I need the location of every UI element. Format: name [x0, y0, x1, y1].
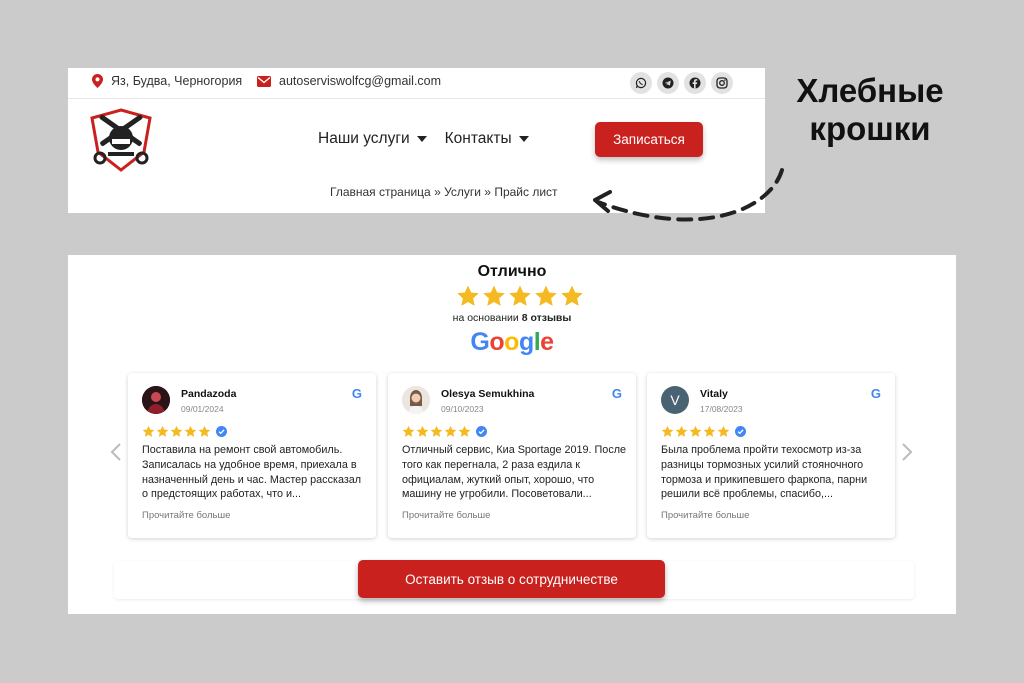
review-count-prefix: на основании: [452, 312, 519, 324]
leave-review-button[interactable]: Оставить отзыв о сотрудничестве: [358, 560, 665, 598]
chevron-down-icon[interactable]: [416, 136, 427, 142]
review-date: 09/10/2023: [441, 404, 484, 414]
star-icon: [661, 425, 674, 437]
star-icon: [483, 285, 505, 306]
review-card: V Vitaly 17/08/2023 G Была проблема прой…: [647, 373, 895, 538]
google-logo-letter: o: [489, 328, 505, 356]
review-count-value: 8 отзывы: [521, 312, 572, 324]
main-nav: Наши услуги Контакты: [318, 130, 529, 148]
reviewer-name: Olesya Semukhina: [441, 388, 535, 400]
reviewer-name: Vitaly: [700, 388, 728, 400]
chevron-left-icon[interactable]: [110, 443, 122, 461]
review-card: Olesya Semukhina 09/10/2023 G Отличный с…: [388, 373, 636, 538]
google-g-icon: G: [351, 386, 362, 401]
overall-stars: [456, 284, 584, 308]
envelope-icon: [257, 75, 271, 87]
google-logo-letter: o: [504, 328, 519, 356]
google-logo-letter: e: [540, 328, 554, 356]
star-icon: [142, 425, 155, 437]
star-icon: [416, 425, 429, 437]
site-logo[interactable]: [88, 108, 154, 174]
location-text: Яз, Будва, Черногория: [111, 74, 243, 88]
star-icon: [170, 425, 183, 437]
annotation-line-1: Хлебные: [796, 72, 944, 109]
nav-contacts[interactable]: Контакты: [445, 130, 529, 148]
dashed-arrow-icon: [593, 168, 784, 222]
google-logo-letter: G: [470, 328, 490, 356]
review-date: 17/08/2023: [700, 404, 743, 414]
email-info[interactable]: autoserviswolfcg@gmail.com: [257, 74, 441, 88]
google-g-icon: G: [611, 386, 622, 401]
review-text: Поставила на ремонт свой автомобиль. Зап…: [142, 444, 362, 501]
avatar-initial: V: [670, 392, 680, 408]
review-stars: [402, 425, 487, 438]
top-bar: Яз, Будва, Черногория autoserviswolfcg@g…: [68, 68, 765, 99]
review-count: на основании 8 отзывы: [68, 312, 956, 324]
location-info: Яз, Будва, Черногория: [92, 74, 242, 88]
review-date: 09/01/2024: [181, 404, 224, 414]
email-text[interactable]: autoserviswolfcg@gmail.com: [279, 74, 441, 88]
facebook-icon[interactable]: [684, 72, 706, 94]
review-stars: [142, 425, 227, 438]
avatar: [142, 386, 170, 414]
verified-badge-icon: [735, 426, 746, 437]
annotation-line-2: крошки: [809, 110, 931, 147]
star-icon: [535, 285, 557, 306]
review-text: Отличный сервис, Киа Sportage 2019. Посл…: [402, 444, 627, 501]
star-icon: [717, 425, 730, 437]
star-icon: [458, 425, 471, 437]
chevron-right-icon[interactable]: [901, 443, 913, 461]
chevron-down-icon[interactable]: [518, 136, 529, 142]
read-more-link[interactable]: Прочитайте больше: [142, 510, 230, 521]
breadcrumb[interactable]: Главная страница » Услуги » Прайс лист: [330, 185, 558, 199]
rating-label: Отлично: [477, 263, 547, 280]
star-icon: [703, 425, 716, 437]
review-card: Pandazoda 09/01/2024 G Поставила на ремо…: [128, 373, 376, 538]
read-more-link[interactable]: Прочитайте больше: [402, 510, 490, 521]
avatar: V: [661, 386, 689, 414]
nav-contacts-label[interactable]: Контакты: [445, 130, 512, 148]
review-text: Была проблема пройти техосмотр из-за раз…: [661, 444, 868, 501]
star-icon: [509, 285, 531, 306]
star-icon: [457, 285, 479, 306]
star-icon: [689, 425, 702, 437]
social-links: [630, 72, 733, 94]
book-button[interactable]: Записаться: [595, 122, 703, 157]
google-logo-letter: g: [518, 328, 534, 356]
google-g-icon: G: [870, 386, 881, 401]
star-icon: [156, 425, 169, 437]
telegram-icon[interactable]: [657, 72, 679, 94]
star-icon: [402, 425, 415, 437]
reviews-widget: Отлично на основании 8 отзывы Google Pan…: [68, 255, 956, 614]
review-stars: [661, 425, 746, 438]
nav-services-label[interactable]: Наши услуги: [318, 130, 410, 148]
annotation-label: Хлебные крошки: [770, 72, 970, 148]
whatsapp-icon[interactable]: [630, 72, 652, 94]
reviewer-name: Pandazoda: [181, 388, 237, 400]
star-icon: [561, 285, 583, 306]
star-icon: [198, 425, 211, 437]
verified-badge-icon: [476, 426, 487, 437]
star-icon: [184, 425, 197, 437]
star-icon: [675, 425, 688, 437]
read-more-link[interactable]: Прочитайте больше: [661, 510, 749, 521]
instagram-icon[interactable]: [711, 72, 733, 94]
star-icon: [444, 425, 457, 437]
verified-badge-icon: [216, 426, 227, 437]
avatar: [402, 386, 430, 414]
location-pin-icon: [92, 74, 103, 88]
nav-services[interactable]: Наши услуги: [318, 130, 427, 148]
google-logo: Google: [68, 328, 956, 357]
star-icon: [430, 425, 443, 437]
